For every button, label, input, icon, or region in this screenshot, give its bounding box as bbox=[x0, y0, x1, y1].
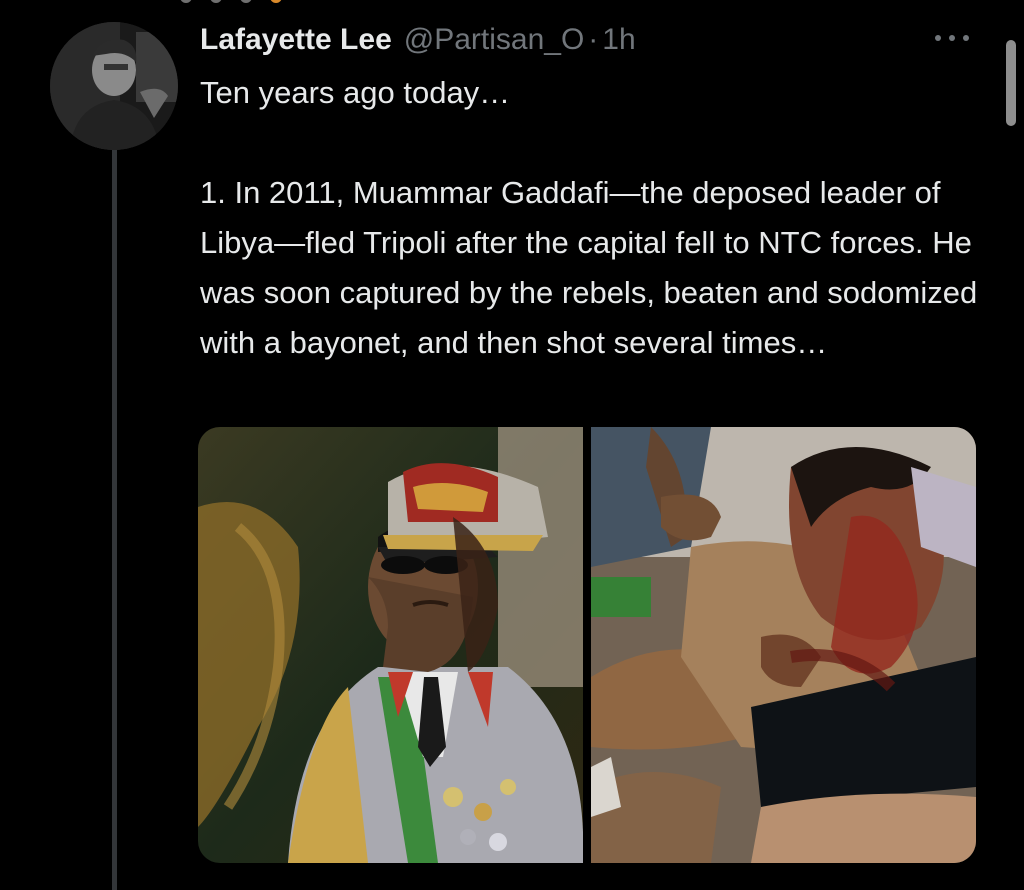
author-display-name[interactable]: Lafayette Lee bbox=[200, 23, 392, 57]
avatar[interactable] bbox=[50, 22, 178, 150]
more-horizontal-icon[interactable] bbox=[930, 28, 974, 48]
media-photo-left[interactable] bbox=[198, 427, 583, 863]
photo-capture-scene bbox=[591, 427, 976, 863]
emoji-fragment bbox=[270, 0, 282, 3]
previous-tweet-fragment bbox=[180, 0, 320, 4]
separator-dot: · bbox=[588, 23, 599, 56]
tweet-header: Lafayette Lee @Partisan_O · 1h bbox=[200, 18, 636, 62]
author-handle[interactable]: @Partisan_O bbox=[404, 23, 585, 57]
fragment-glyph bbox=[210, 0, 222, 3]
tweet-text: Ten years ago today… 1. In 2011, Muammar… bbox=[200, 68, 980, 368]
avatar-photo bbox=[50, 22, 178, 150]
thread-connector-line bbox=[112, 150, 117, 890]
fragment-glyph bbox=[240, 0, 252, 3]
scrollbar-thumb[interactable] bbox=[1006, 40, 1016, 126]
tweet-text-line: Ten years ago today… bbox=[200, 75, 511, 110]
photo-uniform-portrait bbox=[198, 427, 583, 863]
media-photo-right[interactable] bbox=[591, 427, 976, 863]
fragment-glyph bbox=[180, 0, 192, 3]
tweet-media-grid bbox=[198, 427, 976, 863]
tweet-timestamp[interactable]: 1h bbox=[602, 23, 635, 57]
tweet-text-paragraph: 1. In 2011, Muammar Gaddafi—the deposed … bbox=[200, 175, 978, 360]
